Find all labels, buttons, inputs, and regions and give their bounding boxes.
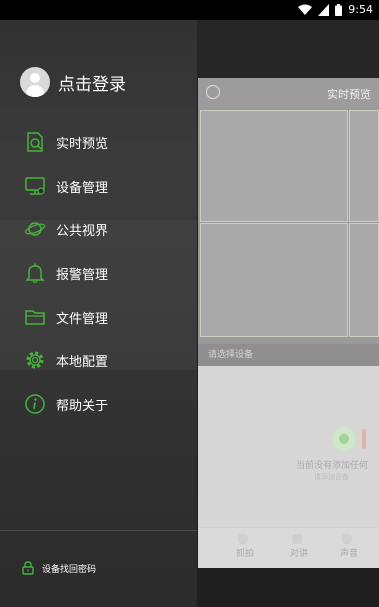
footer-label: 设备找回密码 [42,564,97,575]
video-cell [200,110,348,222]
user-avatar-icon [20,67,50,97]
device-monitor-icon [25,177,45,195]
bell-icon [25,263,45,284]
video-cell [349,110,379,222]
menu-label: 实时预览 [56,136,109,152]
channel-bar: 请选择设备 [198,344,379,366]
battery-icon [335,3,343,16]
clock: 9:54 [348,3,373,16]
back-icon [206,85,220,99]
gear-icon [26,351,44,369]
menu-item-live-preview[interactable]: 实时预览 [0,124,197,160]
toolbar-talk: 对讲 [290,549,309,559]
login-label: 点击登录 [58,74,126,95]
menu-label: 帮助关于 [56,398,109,414]
menu-label: 报警管理 [56,267,109,283]
snapshot-icon [238,534,248,544]
signal-icon [318,3,330,16]
menu-item-device-management[interactable]: 设备管理 [0,168,197,204]
empty-state-text: 当前没有添加任何 [296,461,369,471]
sound-icon [342,534,352,544]
menu-item-file-management[interactable]: 文件管理 [0,299,197,335]
login-row[interactable]: 点击登录 [20,67,126,97]
live-preview-panel: 实时预览 请选择设备 当前没有添加任何 请添加设备 抓拍 对讲 声音 [198,78,379,568]
device-password-recovery[interactable]: 设备找回密码 [22,561,96,575]
menu-label: 设备管理 [56,180,109,196]
toolbar-snapshot: 抓拍 [236,549,255,559]
toolbar-sound: 声音 [340,549,359,559]
menu-label: 文件管理 [56,311,109,327]
talk-icon [292,534,302,544]
lock-icon [22,561,34,575]
menu-item-help-about[interactable]: 帮助关于 [0,386,197,422]
panel-title: 实时预览 [327,88,371,101]
status-bar: 9:54 [0,0,379,20]
planet-icon [24,222,46,236]
live-preview-icon [27,132,43,152]
info-icon [25,394,45,414]
drawer-divider [0,530,197,531]
video-cell [349,223,379,337]
menu-label: 公共视界 [56,223,109,239]
empty-state-illustration [332,427,366,451]
navigation-drawer: 点击登录 实时预览 设备管理 公共视界 报警管理 文件管理 本地配置 帮助关于 … [0,20,197,607]
wifi-icon [298,4,313,16]
video-grid [198,108,379,366]
menu-item-public-view[interactable]: 公共视界 [0,211,197,247]
menu-item-local-settings[interactable]: 本地配置 [0,342,197,378]
video-cell [200,223,348,337]
preview-toolbar: 抓拍 对讲 声音 [198,527,379,568]
empty-state-subtext: 请添加设备 [314,473,349,481]
menu-label: 本地配置 [56,354,109,370]
menu-item-alarm-management[interactable]: 报警管理 [0,255,197,291]
folder-icon [25,310,45,325]
panel-topbar: 实时预览 [198,78,379,108]
